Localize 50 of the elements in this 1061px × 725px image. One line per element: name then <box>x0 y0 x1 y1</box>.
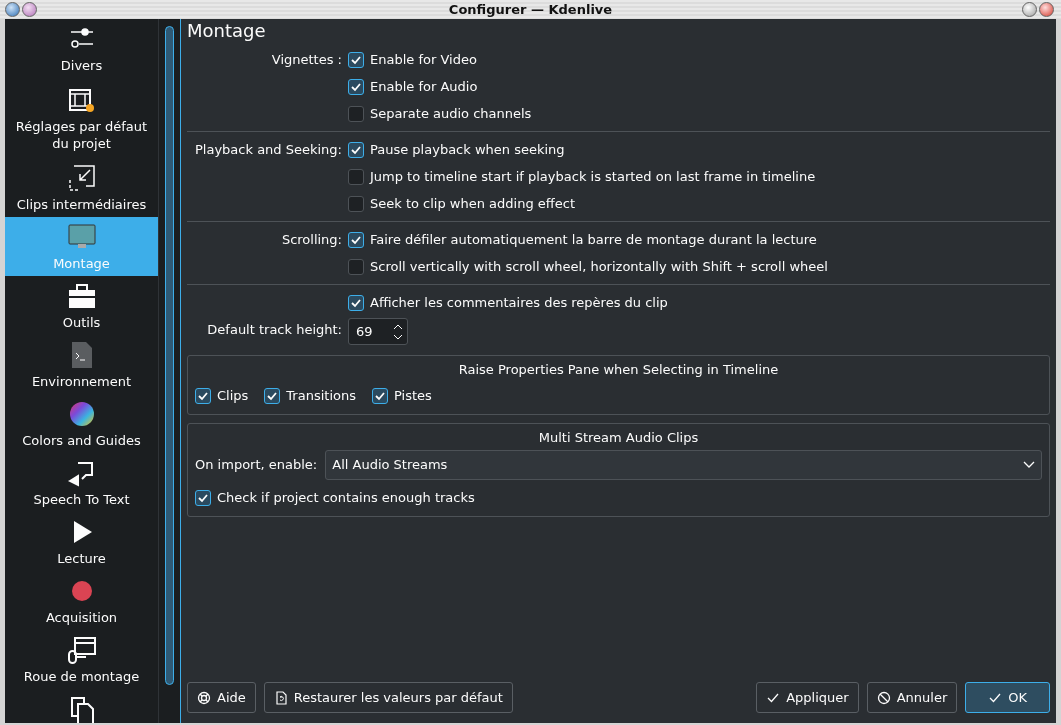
sidebar-item[interactable]: Roue de montage <box>5 630 158 689</box>
group-title: Multi Stream Audio Clips <box>537 429 700 447</box>
dropdown[interactable]: All Audio Streams <box>325 450 1042 480</box>
sidebar-item[interactable]: Environnement <box>5 335 158 394</box>
group-title: Raise Properties Pane when Selecting in Timeline <box>457 361 780 379</box>
dialog-button[interactable]: Aide <box>187 682 256 713</box>
sidebar-item[interactable]: Clips intermédiaires <box>5 158 158 217</box>
checkbox[interactable]: Check if project contains enough tracks <box>195 484 1042 511</box>
field-label: On import, enable: <box>195 456 318 475</box>
checkbox[interactable]: Faire défiler automatiquement la barre de montage durant la lecture <box>348 226 1050 253</box>
cancel-icon <box>876 690 891 705</box>
checkbox[interactable]: Enable for Video <box>348 46 1050 73</box>
sidebar-item[interactable]: Lecture <box>5 512 158 571</box>
dialog-button[interactable]: Appliquer <box>756 682 859 713</box>
window-title: Configurer — Kdenlive <box>447 0 614 19</box>
close-button[interactable] <box>1039 2 1054 17</box>
field-label: Playback and Seeking: <box>194 141 342 159</box>
chevron-down-icon <box>1023 461 1035 469</box>
mouse-icon <box>65 634 98 666</box>
checkbox[interactable]: Enable for Audio <box>348 73 1050 100</box>
page-title: Montage <box>187 20 267 42</box>
checkbox[interactable]: Transitions <box>264 382 356 409</box>
spin-arrows-icon[interactable] <box>393 322 403 341</box>
sidebar-item[interactable]: Colors and Guides <box>5 394 158 453</box>
checkbox[interactable]: Seek to clip when adding effect <box>348 190 1050 217</box>
sidebar-item[interactable]: Réglages par défaut du projet <box>5 78 158 158</box>
sidebar-item[interactable]: Speech To Text <box>5 453 158 512</box>
field-label: Vignettes : <box>270 51 342 69</box>
dialog-button[interactable]: Restaurer les valeurs par défaut <box>263 682 513 713</box>
checkbox[interactable]: Clips <box>195 382 249 409</box>
checkbox[interactable]: Afficher les commentaires des repères du clip <box>348 289 1050 316</box>
dialog-button[interactable]: OK <box>965 682 1050 713</box>
field-label: Scrolling: <box>280 231 342 249</box>
checkbox[interactable]: Pause playback when seeking <box>348 136 1050 163</box>
checkbox[interactable]: Pistes <box>371 382 432 409</box>
document-icon <box>273 690 288 705</box>
dialog-button[interactable]: Annuler <box>866 682 958 713</box>
scrollbar[interactable] <box>158 19 180 723</box>
sidebar-item[interactable]: Acquisition <box>5 571 158 630</box>
window-button[interactable] <box>22 2 37 17</box>
maximize-button[interactable] <box>1022 2 1037 17</box>
spin-box[interactable]: 69 <box>348 318 408 345</box>
checkbox[interactable]: Jump to timeline start if playback is started on last frame in timeline <box>348 163 1050 190</box>
sidebar-item[interactable]: Divers <box>5 19 158 78</box>
sidebar-item[interactable]: Outils <box>5 276 158 335</box>
checkbox[interactable]: Separate audio channels <box>348 100 1050 127</box>
field-label: Default track height: <box>206 321 342 339</box>
window-button[interactable] <box>5 2 20 17</box>
checkbox[interactable]: Scroll vertically with scroll wheel, horizontally with Shift + scroll wheel <box>348 253 1050 280</box>
lifebuoy-icon <box>197 690 211 705</box>
